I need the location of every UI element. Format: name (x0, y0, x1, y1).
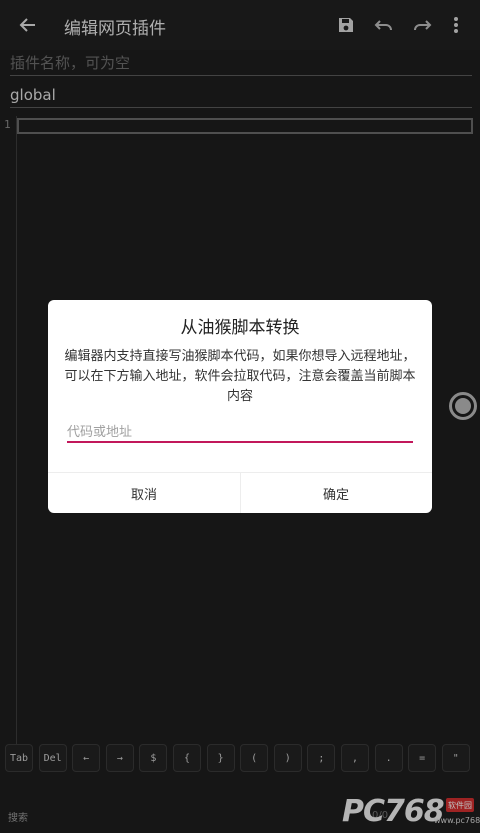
cancel-button[interactable]: 取消 (48, 473, 240, 513)
confirm-button[interactable]: 确定 (240, 473, 432, 513)
floating-circle-icon (455, 398, 471, 414)
input-underline (67, 441, 413, 443)
code-or-url-input[interactable]: 代码或地址 (67, 421, 413, 443)
convert-script-dialog: 从油猴脚本转换 编辑器内支持直接写油猴脚本代码，如果你想导入远程地址，可以在下方… (48, 300, 432, 513)
dialog-message: 编辑器内支持直接写油猴脚本代码，如果你想导入远程地址，可以在下方输入地址，软件会… (64, 349, 416, 404)
floating-action-button[interactable] (449, 392, 477, 420)
dialog-title: 从油猴脚本转换 (180, 318, 300, 338)
code-or-url-placeholder: 代码或地址 (67, 425, 133, 440)
